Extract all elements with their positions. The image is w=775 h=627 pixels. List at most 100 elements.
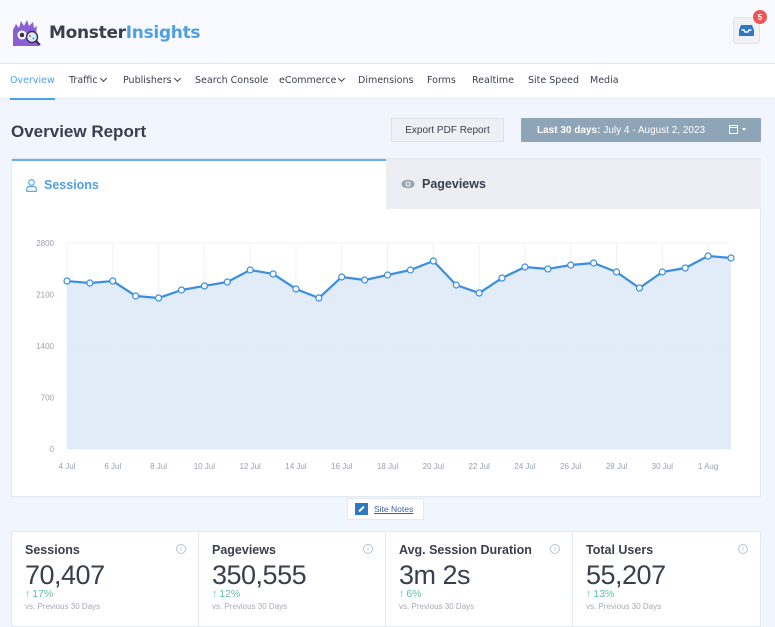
data-point [383, 271, 392, 279]
stat-value: 3m 2s [399, 560, 471, 590]
arrow-up-icon: ↑ [212, 588, 218, 600]
y-tick-label: 2100 [36, 291, 54, 300]
monster-mascot-icon [9, 16, 43, 50]
stat-label: Sessions [25, 543, 80, 557]
stat-value: 55,207 [586, 560, 666, 590]
x-tick-label: 24 Jul [514, 462, 536, 471]
arrow-up-icon: ↑ [399, 588, 405, 600]
stat-change: ↑ 17% [25, 588, 54, 600]
stat-card-total-users: Total Users i 55,207 ↑ 13% vs. Previous 3… [573, 532, 760, 626]
info-icon[interactable]: i [550, 544, 560, 554]
arrow-up-icon: ↑ [25, 588, 31, 600]
data-point [361, 276, 369, 284]
stat-card-sessions: Sessions i 70,407 ↑ 17% vs. Previous 30 D… [12, 532, 199, 626]
tab-sessions[interactable]: Sessions [12, 159, 386, 209]
data-point [406, 266, 415, 274]
tab-pageviews[interactable]: Pageviews [386, 159, 761, 209]
x-tick-label: 8 Jul [150, 462, 167, 471]
data-point [498, 274, 506, 282]
data-point [246, 266, 254, 274]
x-tick-label: 12 Jul [239, 462, 261, 471]
data-point [154, 294, 163, 302]
user-icon [26, 178, 37, 192]
site-notes-button[interactable]: Site Notes [347, 498, 424, 520]
nav-realtime[interactable]: Realtime [472, 75, 514, 86]
app-header: MonsterInsights 5 [0, 0, 775, 64]
nav-traffic[interactable]: Traffic [69, 74, 107, 86]
data-point [338, 273, 346, 281]
x-tick-label: 18 Jul [377, 462, 399, 471]
data-point [475, 289, 483, 297]
monsterinsights-logo[interactable]: MonsterInsights [9, 16, 201, 50]
calendar-icon [729, 125, 738, 134]
nav-media[interactable]: Media [590, 75, 619, 86]
data-point [63, 277, 71, 285]
info-icon[interactable]: i [738, 544, 748, 554]
date-range-picker[interactable]: Last 30 days: July 4 - August 2, 2023 [521, 118, 761, 142]
data-point [315, 294, 323, 302]
chevron-down-icon [99, 74, 107, 83]
data-point [109, 277, 117, 285]
data-point [727, 254, 735, 262]
data-point [86, 279, 94, 287]
nav-overview[interactable]: Overview [10, 75, 55, 100]
arrow-up-icon: ↑ [586, 588, 592, 600]
chevron-down-icon [173, 74, 181, 83]
report-nav: Overview Traffic Publishers Search Conso… [0, 64, 775, 100]
sessions-area [67, 256, 731, 449]
pencil-note-icon [355, 503, 368, 515]
data-point [292, 285, 300, 293]
stat-label: Total Users [586, 543, 654, 557]
stat-compare: vs. Previous 30 Days [25, 602, 101, 611]
stat-card-avg-session-duration: Avg. Session Duration i 3m 2s ↑ 6% vs. Pr… [386, 532, 573, 626]
export-pdf-button[interactable]: Export PDF Report [391, 118, 504, 142]
caret-down-icon [742, 128, 746, 131]
data-point [429, 257, 437, 265]
eye-icon [401, 179, 415, 189]
nav-ecommerce[interactable]: eCommerce [279, 74, 346, 86]
x-tick-label: 30 Jul [652, 462, 674, 471]
info-icon[interactable]: i [176, 544, 186, 554]
info-icon[interactable]: i [363, 544, 373, 554]
stats-row: Sessions i 70,407 ↑ 17% vs. Previous 30 D… [11, 531, 761, 627]
data-point [544, 265, 552, 273]
x-tick-label: 16 Jul [331, 462, 353, 471]
x-tick-label: 1 Aug [698, 462, 718, 471]
data-point [635, 284, 644, 292]
stat-compare: vs. Previous 30 Days [212, 602, 288, 611]
site-notes-link[interactable]: Site Notes [374, 504, 413, 514]
data-point [223, 278, 231, 286]
stat-compare: vs. Previous 30 Days [586, 602, 662, 611]
stat-compare: vs. Previous 30 Days [399, 602, 475, 611]
nav-dimensions[interactable]: Dimensions [358, 75, 413, 86]
date-range-value: July 4 - August 2, 2023 [603, 124, 706, 136]
stat-label: Pageviews [212, 543, 276, 557]
stat-value: 350,555 [212, 560, 307, 590]
data-point [177, 286, 186, 294]
nav-publishers[interactable]: Publishers [123, 74, 181, 86]
x-tick-label: 4 Jul [59, 462, 76, 471]
x-tick-label: 28 Jul [606, 462, 628, 471]
data-point [567, 261, 575, 269]
page-title: Overview Report [11, 122, 147, 141]
data-point [452, 281, 460, 289]
y-tick-label: 0 [50, 445, 55, 454]
stat-card-pageviews: Pageviews i 350,555 ↑ 12% vs. Previous 30… [199, 532, 386, 626]
overview-chart-card: Sessions Pageviews 0 700 1400 2100 2800 4 Jul… [11, 158, 761, 497]
nav-forms[interactable]: Forms [427, 75, 456, 86]
data-point [681, 264, 689, 272]
x-tick-label: 10 Jul [194, 462, 216, 471]
data-point [269, 270, 277, 278]
brand-name: MonsterInsights [49, 23, 201, 43]
x-tick-label: 20 Jul [423, 462, 445, 471]
stat-change: ↑ 13% [586, 588, 615, 600]
x-tick-label: 14 Jul [285, 462, 307, 471]
nav-site-speed[interactable]: Site Speed [528, 75, 579, 86]
y-tick-label: 1400 [36, 342, 54, 351]
nav-search-console[interactable]: Search Console [195, 75, 268, 86]
data-point [132, 292, 140, 300]
date-range-prefix: Last 30 days: [537, 124, 601, 136]
data-point [658, 268, 666, 276]
data-point [704, 252, 712, 260]
stat-value: 70,407 [25, 560, 105, 590]
